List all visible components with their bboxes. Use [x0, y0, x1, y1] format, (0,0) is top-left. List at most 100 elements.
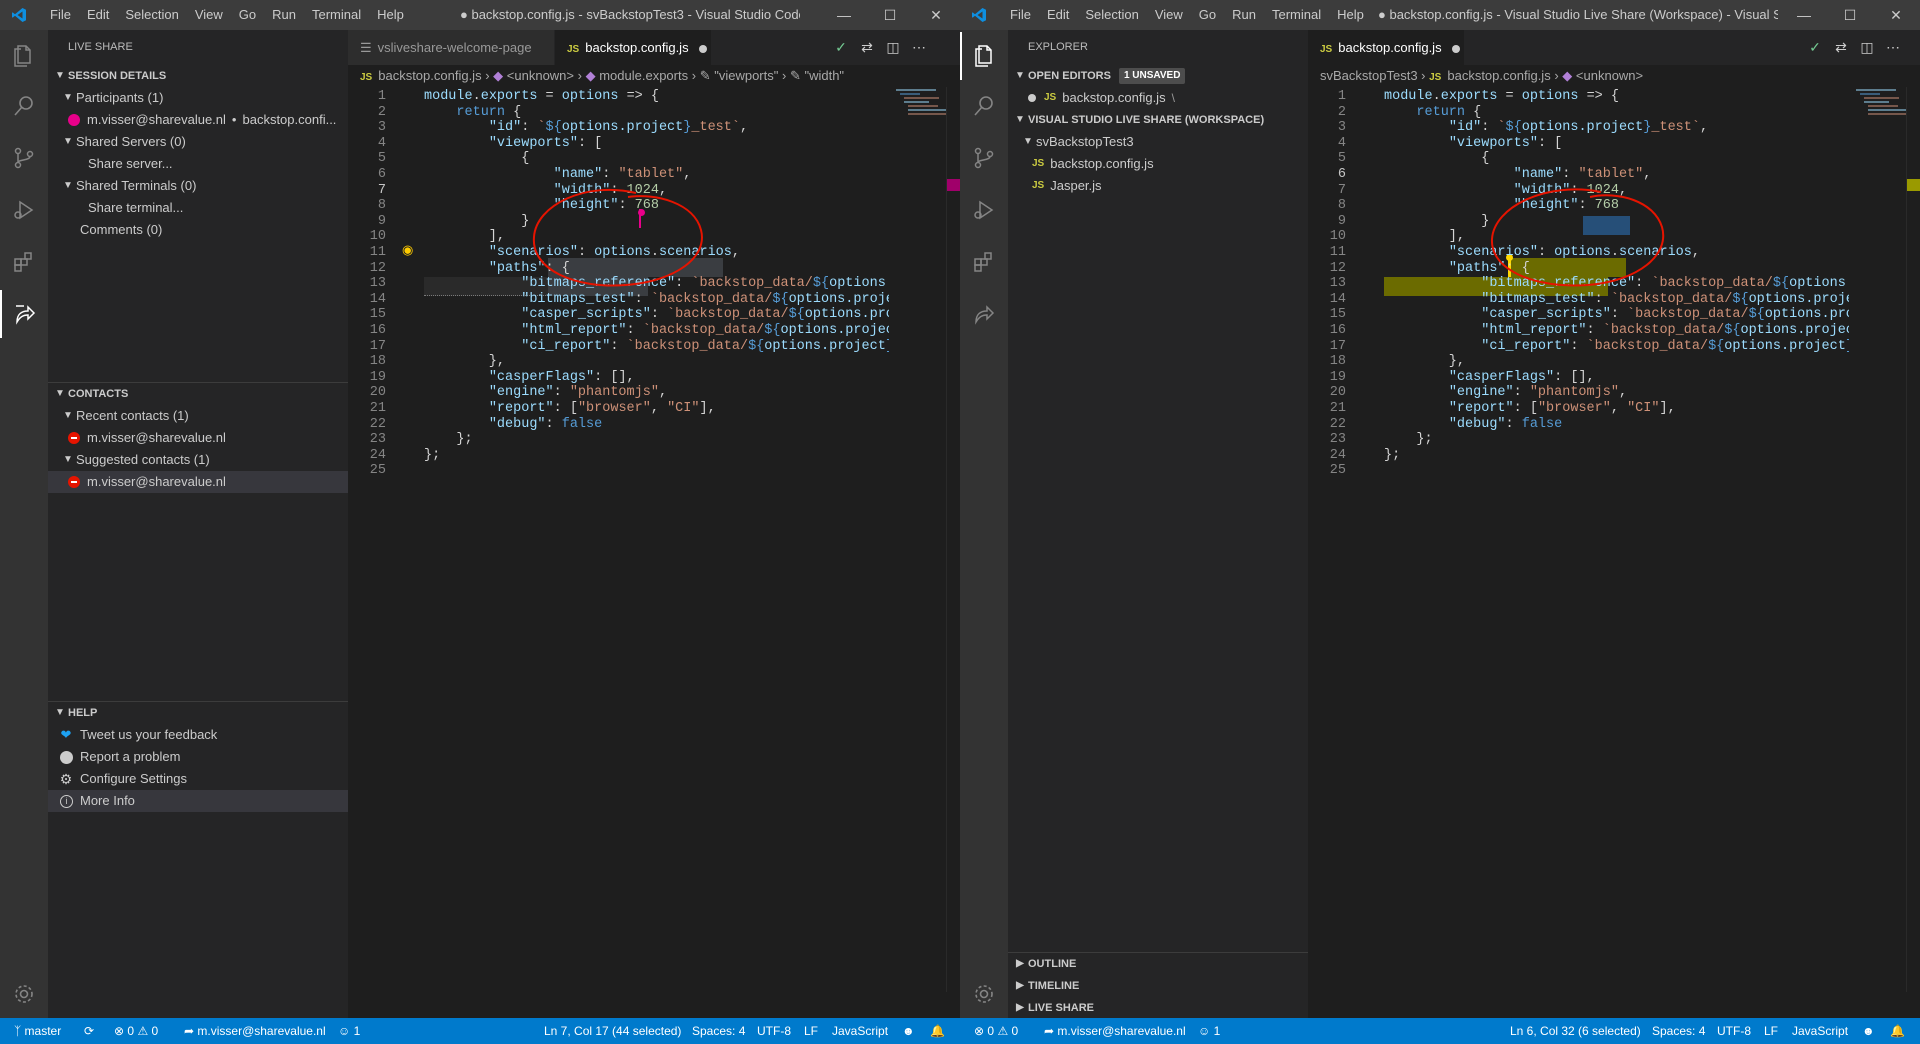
code-line[interactable]: };	[1384, 446, 1400, 465]
live-share-icon[interactable]	[0, 290, 48, 338]
share-terminal-link[interactable]: Share terminal...	[48, 197, 348, 219]
menu-selection[interactable]: Selection	[1077, 0, 1146, 30]
share-server-link[interactable]: Share server...	[48, 153, 348, 175]
cursor-position[interactable]: Ln 7, Col 17 (44 selected)	[544, 1018, 681, 1044]
participant-item[interactable]: m.visser@sharevalue.nl • backstop.confi.…	[48, 109, 348, 131]
menu-run[interactable]: Run	[1224, 0, 1264, 30]
breadcrumb-item[interactable]: backstop.config.js	[1447, 68, 1550, 83]
encoding[interactable]: UTF-8	[757, 1018, 791, 1044]
minimize-button[interactable]: —	[821, 0, 867, 30]
end-of-line[interactable]: LF	[804, 1018, 818, 1044]
run-debug-icon[interactable]	[960, 186, 1008, 234]
section-session-details[interactable]: ▼ SESSION DETAILS	[48, 65, 348, 87]
help-report-problem[interactable]: Report a problem	[48, 746, 348, 768]
feedback-icon[interactable]: ☻	[1862, 1018, 1875, 1044]
breadcrumb-item[interactable]: "width"	[804, 68, 844, 83]
section-open-editors[interactable]: ▼ OPEN EDITORS 1 UNSAVED	[1008, 65, 1308, 87]
menu-view[interactable]: View	[1147, 0, 1191, 30]
breadcrumb-item[interactable]: backstop.config.js	[378, 68, 481, 83]
minimize-button[interactable]: —	[1781, 0, 1827, 30]
live-share-icon[interactable]	[960, 290, 1008, 338]
menu-selection[interactable]: Selection	[117, 0, 186, 30]
section-workspace[interactable]: ▼ VISUAL STUDIO LIVE SHARE (WORKSPACE)	[1008, 109, 1308, 131]
menu-view[interactable]: View	[187, 0, 231, 30]
tree-comments[interactable]: Comments (0)	[48, 219, 348, 241]
live-share-user[interactable]: ➦ m.visser@sharevalue.nl	[184, 1018, 326, 1044]
feedback-icon[interactable]: ☻	[902, 1018, 915, 1044]
close-button[interactable]: ✕	[913, 0, 959, 30]
tab-welcome[interactable]: ☰ vsliveshare-welcome-page	[348, 30, 554, 65]
breadcrumb-item[interactable]: <unknown>	[1576, 68, 1643, 83]
file-item[interactable]: JS Jasper.js	[1008, 175, 1308, 197]
cursor-position[interactable]: Ln 6, Col 32 (6 selected)	[1510, 1018, 1641, 1044]
more-actions-icon[interactable]: ⋯	[1880, 39, 1906, 56]
run-debug-icon[interactable]	[0, 186, 48, 234]
vertical-scrollbar[interactable]	[946, 87, 960, 992]
language-mode[interactable]: JavaScript	[1792, 1018, 1848, 1044]
explorer-icon[interactable]	[0, 32, 48, 80]
pin-icon[interactable]: ✓	[828, 39, 854, 56]
tab-backstop-config[interactable]: JS backstop.config.js	[1308, 30, 1464, 65]
encoding[interactable]: UTF-8	[1717, 1018, 1751, 1044]
tree-shared-terminals[interactable]: ▼ Shared Terminals (0)	[48, 175, 348, 197]
section-timeline[interactable]: ▶ TIMELINE	[1008, 975, 1308, 997]
tree-recent-contacts[interactable]: ▼ Recent contacts (1)	[48, 405, 348, 427]
extensions-icon[interactable]	[960, 238, 1008, 286]
help-more-info[interactable]: i More Info	[48, 790, 348, 812]
indentation[interactable]: Spaces: 4	[692, 1018, 745, 1044]
maximize-button[interactable]: ☐	[1827, 0, 1873, 30]
source-control-icon[interactable]	[0, 134, 48, 182]
menu-file[interactable]: File	[42, 0, 79, 30]
indentation[interactable]: Spaces: 4	[1652, 1018, 1705, 1044]
problems-indicator[interactable]: ⊗ 0 ⚠ 0	[114, 1018, 158, 1044]
menu-edit[interactable]: Edit	[79, 0, 117, 30]
search-icon[interactable]	[960, 82, 1008, 130]
menu-edit[interactable]: Edit	[1039, 0, 1077, 30]
menu-terminal[interactable]: Terminal	[304, 0, 369, 30]
section-outline[interactable]: ▶ OUTLINE	[1008, 953, 1308, 975]
tree-participants[interactable]: ▼ Participants (1)	[48, 87, 348, 109]
source-control-icon[interactable]	[960, 134, 1008, 182]
section-live-share[interactable]: ▶ LIVE SHARE	[1008, 997, 1308, 1019]
compare-changes-icon[interactable]: ⇄	[854, 39, 880, 56]
code-editor[interactable]: module.exports = options => { return { "…	[1384, 87, 1849, 647]
split-editor-icon[interactable]: ◫	[880, 39, 906, 56]
notifications-icon[interactable]: 🔔	[1890, 1018, 1905, 1044]
tree-shared-servers[interactable]: ▼ Shared Servers (0)	[48, 131, 348, 153]
participants-count[interactable]: ☺ 1	[1198, 1018, 1220, 1044]
section-help[interactable]: ▼ HELP	[48, 702, 348, 724]
end-of-line[interactable]: LF	[1764, 1018, 1778, 1044]
menu-go[interactable]: Go	[231, 0, 264, 30]
menu-help[interactable]: Help	[369, 0, 412, 30]
more-actions-icon[interactable]: ⋯	[906, 39, 932, 56]
explorer-icon[interactable]	[960, 32, 1008, 80]
code-line[interactable]: };	[424, 446, 440, 465]
search-icon[interactable]	[0, 82, 48, 130]
compare-changes-icon[interactable]: ⇄	[1828, 39, 1854, 56]
help-configure-settings[interactable]: ⚙ Configure Settings	[48, 768, 348, 790]
breadcrumb-item[interactable]: svBackstopTest3	[1320, 68, 1418, 83]
breadcrumb-item[interactable]: "viewports"	[714, 68, 778, 83]
code-editor[interactable]: module.exports = options => { return { "…	[424, 87, 889, 647]
close-button[interactable]: ✕	[1873, 0, 1919, 30]
menu-run[interactable]: Run	[264, 0, 304, 30]
lightbulb-icon[interactable]: ◉	[402, 243, 414, 257]
tree-suggested-contacts[interactable]: ▼ Suggested contacts (1)	[48, 449, 348, 471]
folder-item[interactable]: ▼ svBackstopTest3	[1008, 131, 1308, 153]
menu-terminal[interactable]: Terminal	[1264, 0, 1329, 30]
tab-backstop-config[interactable]: JS backstop.config.js	[555, 30, 711, 65]
settings-gear-icon[interactable]	[0, 970, 48, 1018]
problems-indicator[interactable]: ⊗ 0 ⚠ 0	[974, 1018, 1018, 1044]
help-tweet-feedback[interactable]: ❤ Tweet us your feedback	[48, 724, 348, 746]
menu-help[interactable]: Help	[1329, 0, 1372, 30]
sync-icon[interactable]: ⟳	[84, 1018, 94, 1044]
maximize-button[interactable]: ☐	[867, 0, 913, 30]
section-contacts[interactable]: ▼ CONTACTS	[48, 383, 348, 405]
file-item[interactable]: JS backstop.config.js	[1008, 153, 1308, 175]
settings-gear-icon[interactable]	[960, 970, 1008, 1018]
split-editor-icon[interactable]: ◫	[1854, 39, 1880, 56]
live-share-user[interactable]: ➦ m.visser@sharevalue.nl	[1044, 1018, 1186, 1044]
vertical-scrollbar[interactable]	[1906, 87, 1920, 992]
contact-item[interactable]: m.visser@sharevalue.nl	[48, 427, 348, 449]
menu-go[interactable]: Go	[1191, 0, 1224, 30]
